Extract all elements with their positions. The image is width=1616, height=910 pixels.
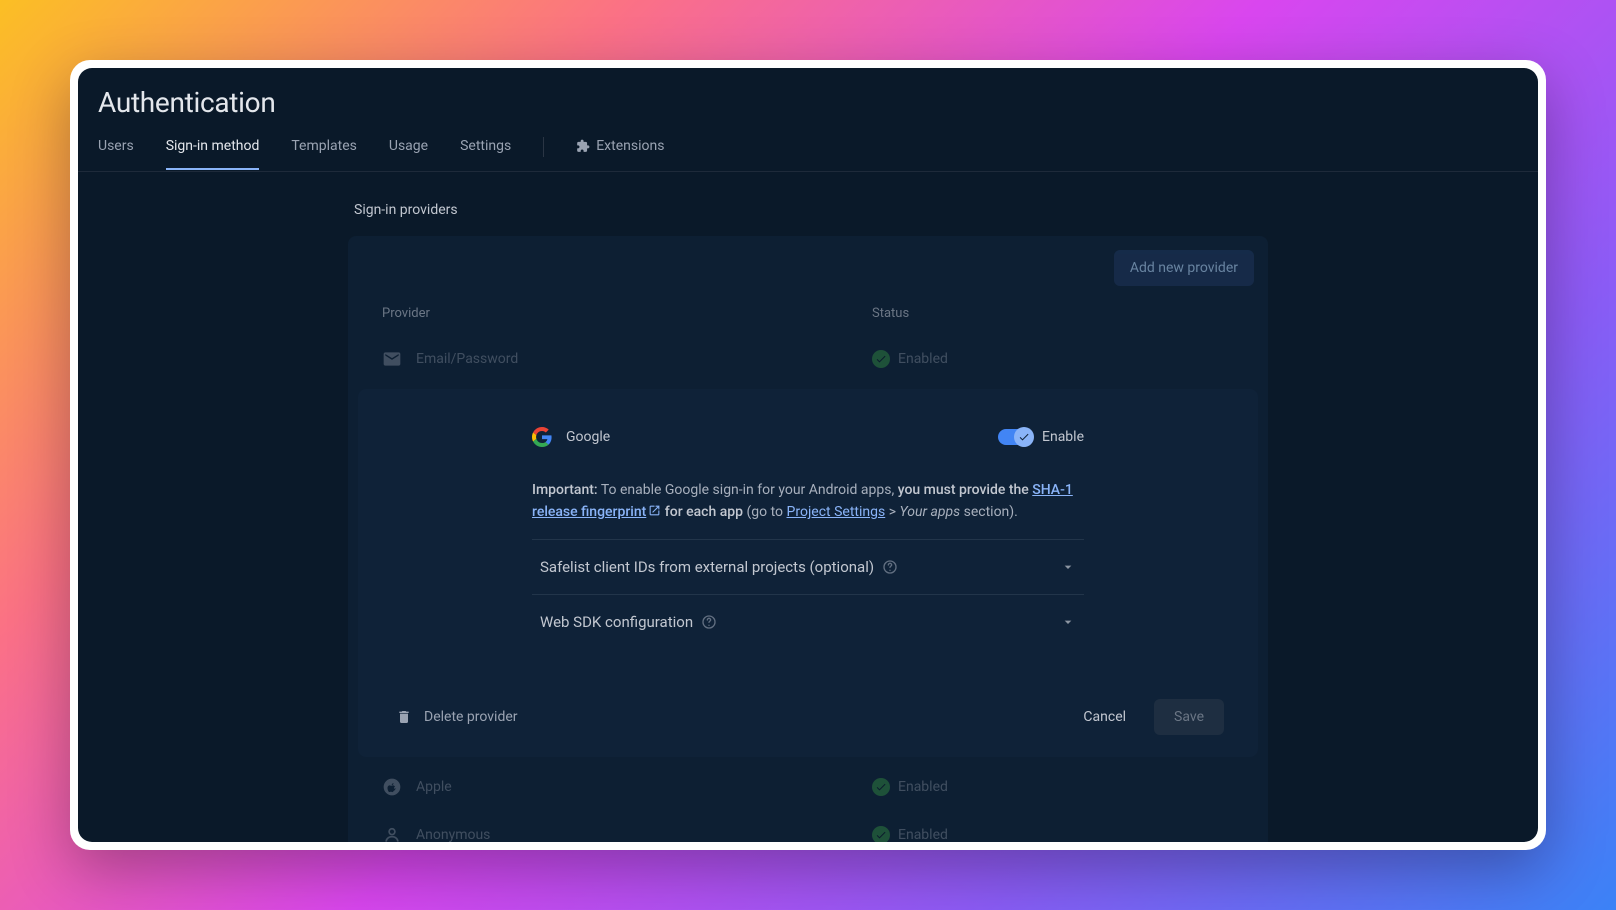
provider-label: Apple bbox=[416, 779, 452, 795]
trash-icon bbox=[396, 709, 412, 725]
external-link-icon bbox=[648, 502, 661, 515]
tab-divider bbox=[543, 137, 544, 157]
extensions-icon bbox=[576, 139, 590, 153]
tab-extensions[interactable]: Extensions bbox=[576, 138, 664, 170]
tab-users[interactable]: Users bbox=[98, 138, 134, 170]
enable-label: Enable bbox=[1042, 429, 1084, 445]
status-label: Enabled bbox=[898, 779, 948, 795]
delete-label: Delete provider bbox=[424, 709, 518, 725]
tab-usage[interactable]: Usage bbox=[389, 138, 428, 170]
cancel-button[interactable]: Cancel bbox=[1071, 699, 1138, 735]
section-title: Sign-in providers bbox=[354, 202, 1268, 218]
email-icon bbox=[382, 349, 402, 369]
tabs-bar: Users Sign-in method Templates Usage Set… bbox=[78, 119, 1538, 172]
enable-toggle[interactable] bbox=[998, 429, 1032, 445]
status-label: Enabled bbox=[898, 351, 948, 367]
toggle-knob bbox=[1014, 427, 1034, 447]
apple-icon bbox=[382, 777, 402, 797]
tab-extensions-label: Extensions bbox=[596, 138, 664, 154]
collapsible-label: Web SDK configuration bbox=[540, 613, 693, 631]
collapsible-safelist[interactable]: Safelist client IDs from external projec… bbox=[532, 539, 1084, 594]
check-icon bbox=[872, 350, 890, 368]
collapsible-websdk[interactable]: Web SDK configuration bbox=[532, 594, 1084, 649]
google-provider-panel: Google Enable bbox=[358, 389, 1258, 757]
info-text: Important: To enable Google sign-in for … bbox=[532, 479, 1084, 523]
provider-label: Anonymous bbox=[416, 827, 490, 842]
help-icon bbox=[882, 559, 898, 575]
tab-signin-method[interactable]: Sign-in method bbox=[166, 138, 260, 170]
provider-name: Google bbox=[566, 429, 610, 445]
add-provider-button[interactable]: Add new provider bbox=[1114, 250, 1254, 286]
delete-provider-button[interactable]: Delete provider bbox=[392, 701, 522, 733]
anonymous-icon bbox=[382, 825, 402, 842]
provider-row-apple[interactable]: Apple Enabled bbox=[362, 763, 1254, 811]
page-title: Authentication bbox=[98, 86, 1518, 119]
col-header-status: Status bbox=[872, 306, 1234, 321]
providers-card: Add new provider Provider Status Ema bbox=[348, 236, 1268, 842]
chevron-down-icon bbox=[1060, 559, 1076, 575]
collapsible-label: Safelist client IDs from external projec… bbox=[540, 558, 874, 576]
save-button[interactable]: Save bbox=[1154, 699, 1224, 735]
provider-row-email[interactable]: Email/Password Enabled bbox=[362, 335, 1254, 383]
provider-row-anonymous[interactable]: Anonymous Enabled bbox=[362, 811, 1254, 842]
tab-settings[interactable]: Settings bbox=[460, 138, 511, 170]
tab-templates[interactable]: Templates bbox=[291, 138, 357, 170]
check-icon bbox=[872, 826, 890, 842]
check-icon bbox=[872, 778, 890, 796]
chevron-down-icon bbox=[1060, 614, 1076, 630]
provider-label: Email/Password bbox=[416, 351, 518, 367]
google-icon bbox=[532, 427, 552, 447]
col-header-provider: Provider bbox=[382, 306, 872, 321]
help-icon bbox=[701, 614, 717, 630]
status-label: Enabled bbox=[898, 827, 948, 842]
project-settings-link[interactable]: Project Settings bbox=[787, 504, 886, 520]
